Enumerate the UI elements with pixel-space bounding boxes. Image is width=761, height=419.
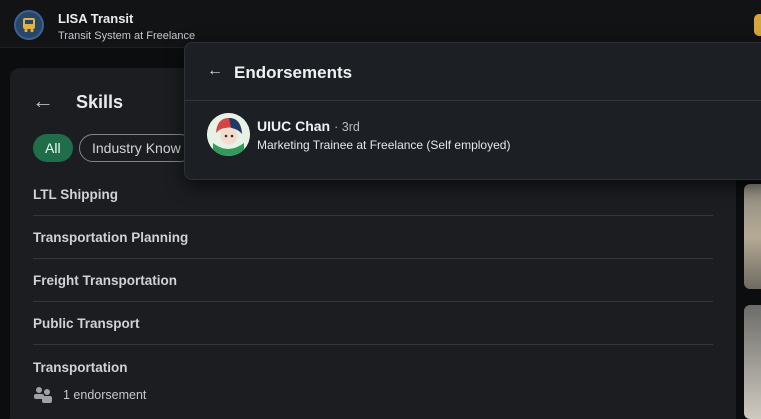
avatar[interactable] [207,113,250,156]
side-image[interactable] [744,305,761,419]
top-bar: LISA Transit Transit System at Freelance [0,0,761,48]
back-arrow-icon[interactable]: ← [207,62,223,80]
endorser-name[interactable]: UIUC Chan · 3rd [257,118,360,134]
endorser-name-text[interactable]: UIUC Chan [257,118,330,134]
endorsements-popup: ← Endorsements UIUC Chan · 3rd Marketing … [184,42,761,180]
skills-title: Skills [76,92,124,112]
avatar-image [207,113,250,156]
top-right-action[interactable] [754,14,761,36]
company-subtitle: Transit System at Freelance [58,30,196,42]
bus-icon [23,18,35,33]
endorsement-count: 1 endorsement [63,388,147,402]
company-name[interactable]: LISA Transit [58,11,133,26]
side-image[interactable] [744,184,761,289]
popup-header: ← Endorsements [185,43,761,101]
back-arrow-icon[interactable]: ← [32,90,54,112]
skill-row[interactable]: Transportation [33,346,713,389]
filter-all-pill[interactable]: All [33,134,73,162]
skill-row[interactable]: Transportation Planning [33,216,713,259]
people-icon [34,387,52,403]
skill-row[interactable]: Public Transport [33,302,713,345]
connection-degree: · 3rd [334,120,360,134]
endorsement-summary[interactable]: 1 endorsement [33,386,146,404]
popup-title: Endorsements [234,63,353,82]
skill-row[interactable]: Freight Transportation [33,259,713,302]
filter-industry-pill[interactable]: Industry Know [79,134,194,162]
company-logo[interactable] [14,10,44,40]
endorser-headline: Marketing Trainee at Freelance (Self emp… [257,138,511,152]
